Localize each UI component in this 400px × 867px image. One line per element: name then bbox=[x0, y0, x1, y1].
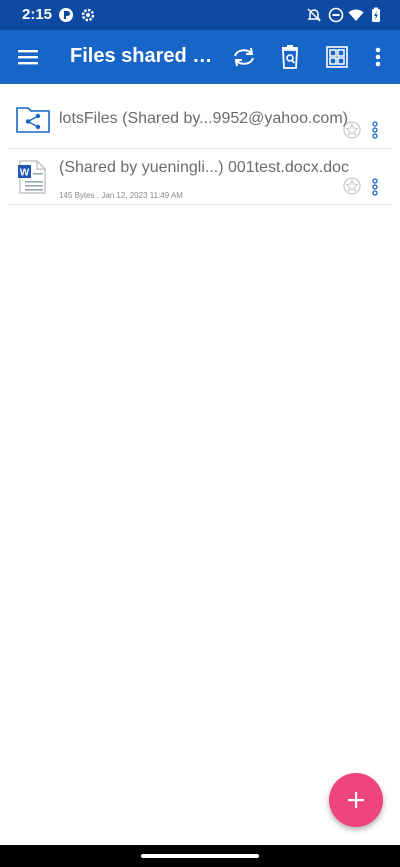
sync-icon bbox=[234, 47, 254, 67]
word-document-icon: W bbox=[18, 160, 46, 199]
trash-search-button[interactable] bbox=[276, 43, 304, 71]
overflow-menu-button[interactable] bbox=[364, 43, 392, 71]
battery-icon bbox=[368, 7, 384, 23]
favorite-star-button[interactable] bbox=[343, 121, 361, 139]
file-name: lotsFiles (Shared by...9952@yahoo.com) bbox=[59, 110, 348, 127]
app-bar: Files shared w... bbox=[0, 30, 400, 84]
trash-search-icon bbox=[282, 45, 298, 69]
file-meta: 145 Bytes , Jan 12, 2023 11:49 AM bbox=[59, 191, 183, 200]
status-time: 2:15 bbox=[22, 6, 53, 23]
item-more-icon bbox=[372, 121, 378, 139]
status-bar: 2:15 bbox=[0, 0, 400, 30]
star-icon bbox=[343, 177, 361, 195]
grid-view-button[interactable] bbox=[323, 43, 351, 71]
grid-view-icon bbox=[326, 46, 348, 68]
star-icon bbox=[343, 121, 361, 139]
file-row-docx[interactable]: W (Shared by yueningli...) 001test.docx.… bbox=[8, 150, 392, 205]
home-gesture-handle[interactable] bbox=[141, 854, 259, 858]
plus-icon bbox=[348, 792, 364, 808]
item-more-icon bbox=[372, 178, 378, 196]
overflow-menu-icon bbox=[375, 47, 381, 67]
favorite-star-button[interactable] bbox=[343, 177, 361, 195]
file-row-shared-folder[interactable]: lotsFiles (Shared by...9952@yahoo.com) bbox=[8, 98, 392, 149]
menu-button[interactable] bbox=[14, 43, 42, 71]
file-name: (Shared by yueningli...) 001test.docx.do… bbox=[59, 159, 349, 176]
dnd-icon bbox=[328, 7, 344, 23]
sync-button[interactable] bbox=[230, 43, 258, 71]
settings-gear-icon bbox=[80, 7, 96, 23]
hamburger-menu-icon bbox=[18, 50, 38, 65]
item-more-button[interactable] bbox=[369, 120, 381, 140]
navigation-bar bbox=[0, 845, 400, 867]
wifi-icon bbox=[348, 7, 364, 23]
do-not-disturb-off-icon bbox=[306, 7, 322, 23]
item-more-button[interactable] bbox=[369, 177, 381, 197]
page-title: Files shared w... bbox=[70, 45, 215, 67]
shared-folder-icon bbox=[16, 105, 50, 138]
add-fab-button[interactable] bbox=[329, 773, 383, 827]
svg-text:W: W bbox=[20, 168, 30, 179]
app-notification-icon bbox=[58, 7, 74, 23]
